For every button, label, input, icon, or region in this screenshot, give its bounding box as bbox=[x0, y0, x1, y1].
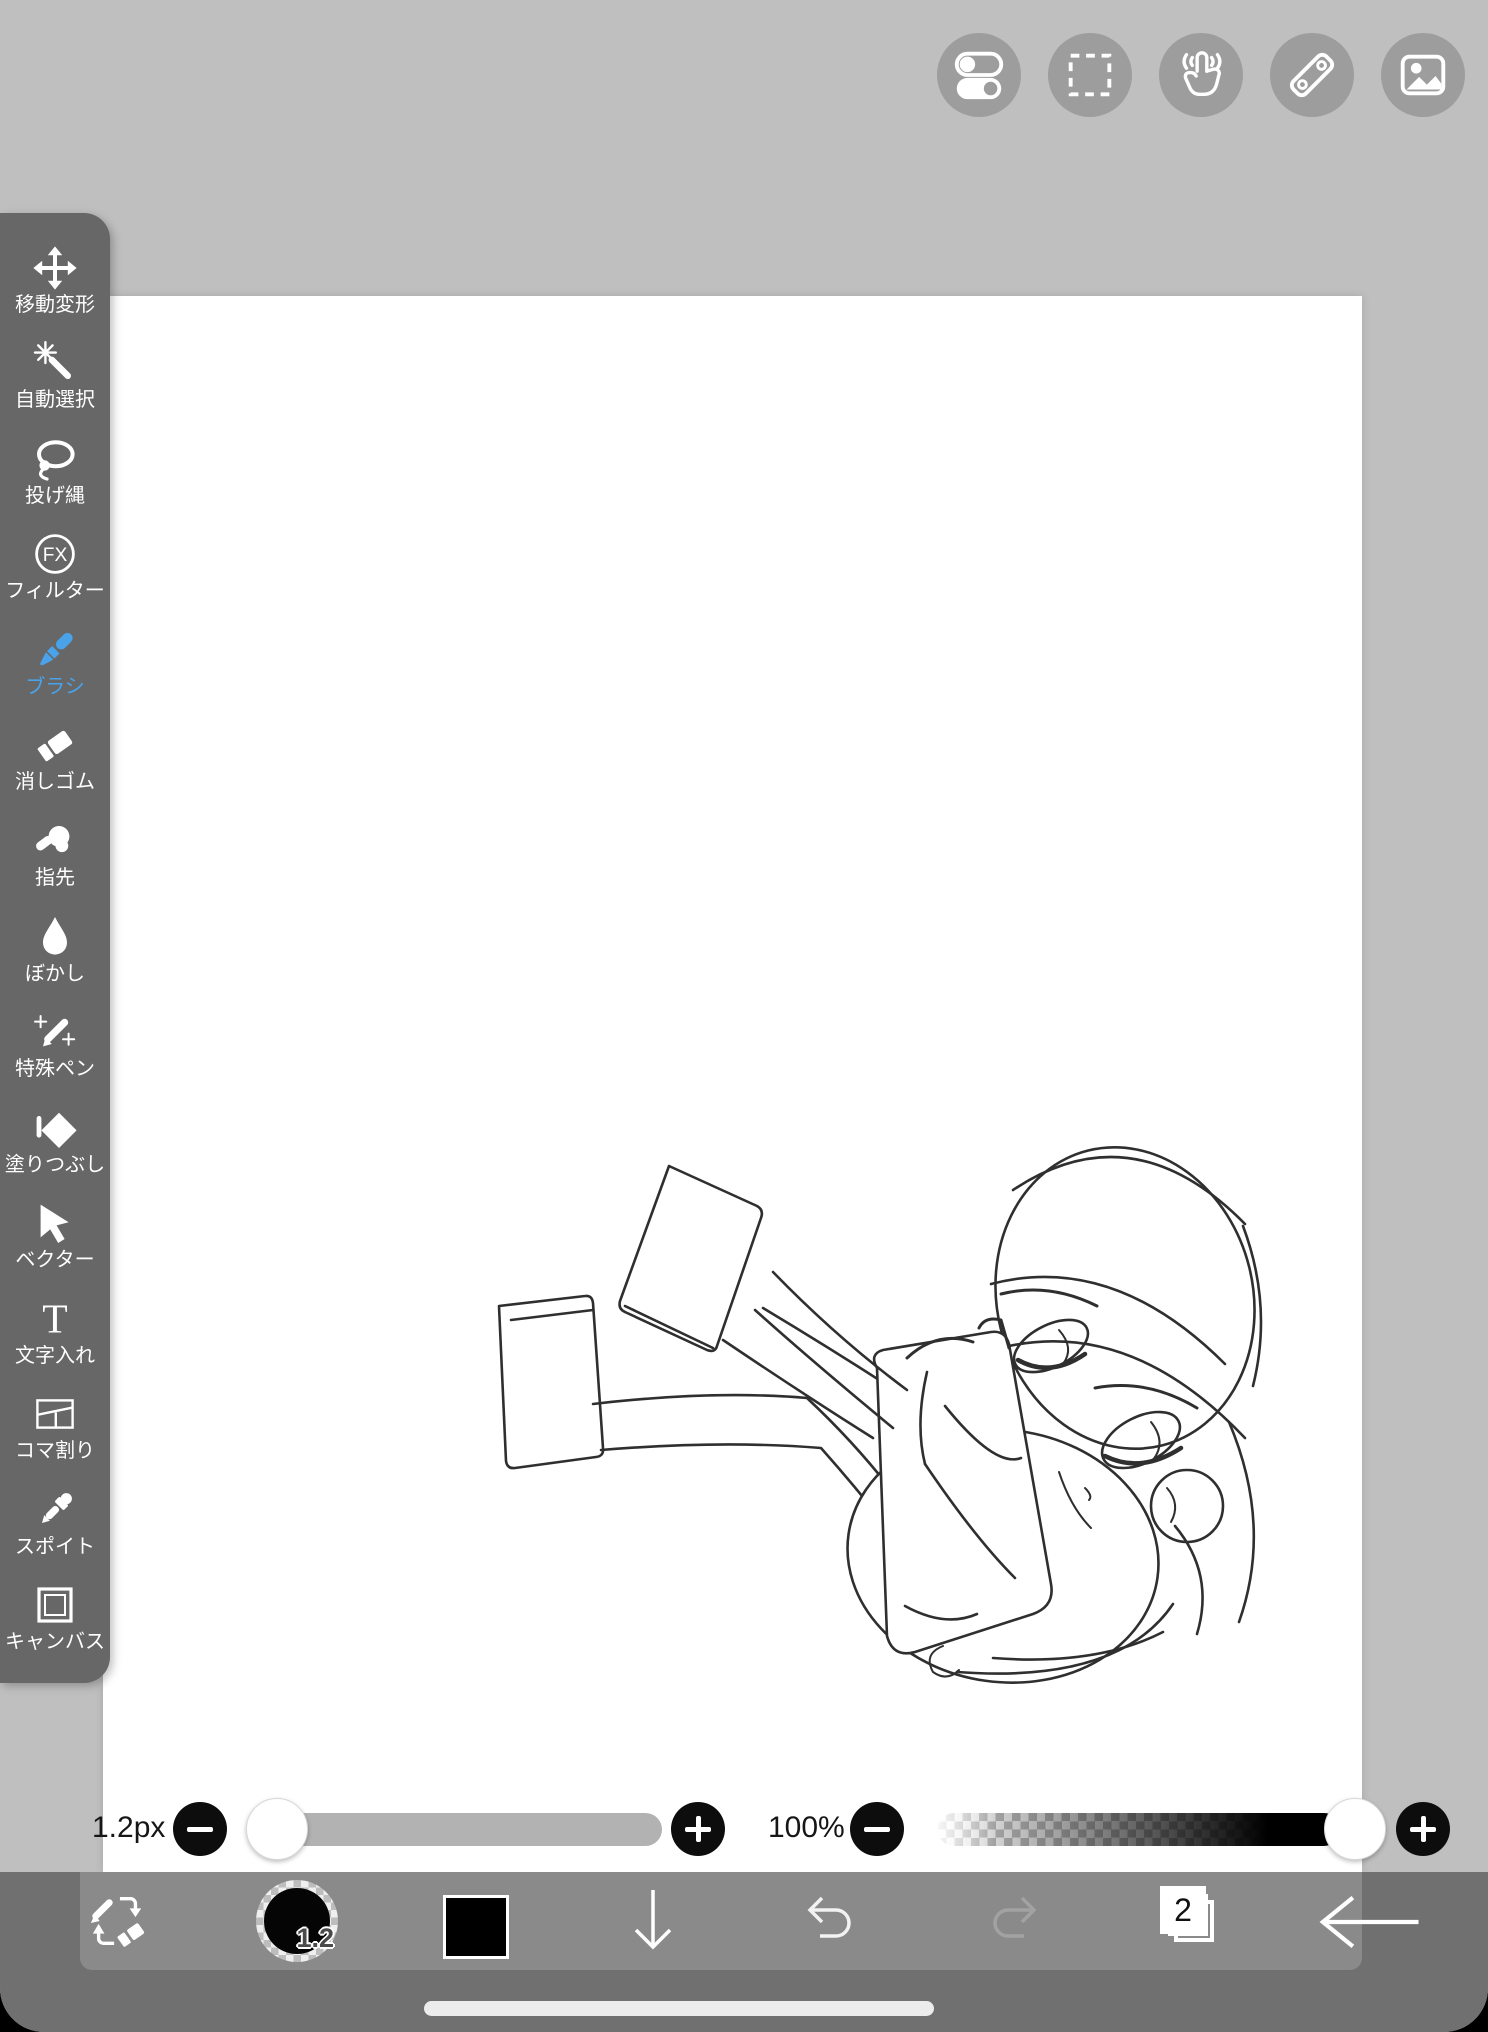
color-swatch[interactable] bbox=[443, 1895, 509, 1959]
fx-filter-icon: FX bbox=[35, 534, 75, 575]
sidebar-item-canvas[interactable]: キャンバス bbox=[5, 1581, 105, 1652]
sidebar-item-brush[interactable]: ブラシ bbox=[25, 626, 85, 697]
opacity-slider-thumb[interactable] bbox=[1324, 1798, 1386, 1860]
canvas-sketch bbox=[497, 1145, 1263, 1684]
sidebar-item-label: 特殊ペン bbox=[15, 1058, 95, 1081]
sidebar-item-label: 自動選択 bbox=[15, 389, 95, 412]
magic-wand-icon bbox=[33, 341, 72, 380]
sidebar-item-fingertip[interactable]: 指先 bbox=[31, 817, 79, 888]
sidebar-item-fill[interactable]: 塗りつぶし bbox=[5, 1104, 105, 1175]
move-transform-icon bbox=[33, 245, 77, 290]
ruler-icon bbox=[1289, 52, 1335, 98]
tool-sidebar: 移動変形 自動選択 投げ縄 FX フィルター ブラシ 消しゴム 指先 ぼかし 特… bbox=[0, 213, 110, 1683]
eraser-icon bbox=[37, 731, 73, 762]
text-tool-icon: T bbox=[42, 1295, 67, 1341]
undo-icon[interactable] bbox=[802, 1892, 862, 1950]
sidebar-item-label: 消しゴム bbox=[15, 771, 95, 794]
sidebar-item-lasso[interactable]: 投げ縄 bbox=[25, 435, 85, 506]
sidebar-item-label: キャンバス bbox=[5, 1631, 105, 1654]
selection-marquee-icon bbox=[1068, 53, 1112, 97]
blur-drop-icon bbox=[43, 916, 67, 955]
opacity-slider[interactable] bbox=[938, 1813, 1340, 1846]
panel-divide-icon bbox=[36, 1399, 74, 1430]
image-reference-icon bbox=[1400, 54, 1446, 96]
brush-size-value: 1.2px bbox=[92, 1811, 166, 1844]
opacity-value: 100% bbox=[768, 1811, 845, 1844]
settings-toggles-button[interactable] bbox=[937, 33, 1021, 117]
svg-text:FX: FX bbox=[43, 545, 68, 566]
special-pen-icon bbox=[34, 1015, 76, 1047]
brush-size-badge: 1.2 bbox=[296, 1923, 334, 1953]
vector-cursor-icon bbox=[40, 1204, 69, 1244]
sidebar-item-label: コマ割り bbox=[15, 1440, 95, 1463]
canvas-tool-icon bbox=[37, 1587, 73, 1624]
sidebar-item-eraser[interactable]: 消しゴム bbox=[15, 721, 95, 792]
brush-size-preview[interactable]: 1.2 bbox=[256, 1880, 338, 1962]
touch-gesture-icon bbox=[1182, 51, 1222, 97]
redo-icon[interactable] bbox=[982, 1892, 1042, 1950]
sidebar-item-panel-divide[interactable]: コマ割り bbox=[15, 1390, 95, 1461]
sidebar-item-special-pen[interactable]: 特殊ペン bbox=[15, 1008, 95, 1079]
ruler-button[interactable] bbox=[1270, 33, 1354, 117]
down-arrow-icon[interactable] bbox=[623, 1886, 683, 1952]
drawing-canvas[interactable] bbox=[103, 296, 1362, 1872]
svg-text:T: T bbox=[42, 1295, 67, 1341]
sidebar-item-text[interactable]: T 文字入れ bbox=[15, 1295, 95, 1367]
sidebar-item-label: 指先 bbox=[35, 866, 75, 889]
sidebar-item-label: ブラシ bbox=[25, 675, 85, 698]
minus-icon bbox=[864, 1826, 890, 1832]
back-arrow-icon[interactable] bbox=[1308, 1892, 1424, 1952]
sidebar-item-label: 投げ縄 bbox=[25, 484, 85, 507]
eyedropper-icon bbox=[41, 1492, 72, 1523]
brush-size-increase-button[interactable] bbox=[671, 1802, 725, 1856]
fingertip-icon bbox=[36, 825, 70, 853]
fill-bucket-icon bbox=[36, 1112, 77, 1148]
bottom-toolbar: 1.2 2 bbox=[80, 1872, 1362, 1970]
sidebar-item-label: 移動変形 bbox=[15, 293, 95, 316]
sidebar-item-label: 塗りつぶし bbox=[4, 1153, 106, 1176]
opacity-increase-button[interactable] bbox=[1396, 1802, 1450, 1856]
sidebar-item-vector[interactable]: ベクター bbox=[15, 1199, 95, 1272]
selection-button[interactable] bbox=[1048, 33, 1132, 117]
plus-bar bbox=[1420, 1816, 1426, 1842]
plus-bar bbox=[695, 1816, 701, 1842]
sidebar-item-move-transform[interactable]: 移動変形 bbox=[15, 244, 95, 315]
sidebar-item-label: フィルター bbox=[5, 580, 105, 603]
sidebar-item-label: 文字入れ bbox=[15, 1344, 95, 1367]
image-button[interactable] bbox=[1381, 33, 1465, 117]
sidebar-item-label: スポイト bbox=[15, 1535, 95, 1558]
brush-size-slider[interactable] bbox=[264, 1813, 662, 1846]
toggles-settings-icon bbox=[954, 51, 1004, 100]
lasso-icon bbox=[37, 439, 75, 481]
paint-app-window: 移動変形 自動選択 投げ縄 FX フィルター ブラシ 消しゴム 指先 ぼかし 特… bbox=[0, 0, 1488, 2032]
brush-eraser-swap-icon[interactable] bbox=[87, 1890, 149, 1952]
top-toolbar bbox=[937, 33, 1465, 117]
sidebar-item-eyedropper[interactable]: スポイト bbox=[15, 1486, 95, 1557]
sidebar-item-label: ぼかし bbox=[25, 962, 85, 985]
sidebar-item-label: ベクター bbox=[15, 1249, 95, 1272]
home-indicator[interactable] bbox=[424, 2001, 934, 2016]
touch-gesture-button[interactable] bbox=[1159, 33, 1243, 117]
sidebar-item-filter[interactable]: FX フィルター bbox=[5, 530, 105, 601]
sidebar-item-blur[interactable]: ぼかし bbox=[25, 913, 85, 984]
minus-icon bbox=[187, 1826, 213, 1832]
brush-size-decrease-button[interactable] bbox=[173, 1802, 227, 1856]
brush-size-slider-thumb[interactable] bbox=[246, 1798, 308, 1860]
opacity-decrease-button[interactable] bbox=[850, 1802, 904, 1856]
sidebar-item-auto-select[interactable]: 自動選択 bbox=[15, 339, 95, 410]
brush-icon bbox=[40, 632, 73, 666]
layers-button[interactable]: 2 bbox=[1160, 1886, 1232, 1956]
layers-count-badge: 2 bbox=[1160, 1886, 1206, 1934]
